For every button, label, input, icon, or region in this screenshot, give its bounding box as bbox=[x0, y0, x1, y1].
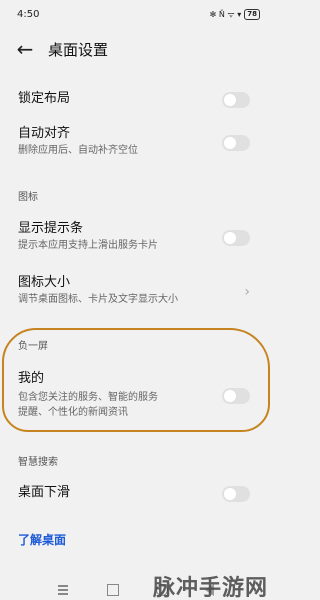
lock-layout-toggle[interactable] bbox=[222, 92, 250, 108]
mine-desc-line1: 包含您关注的服务、智能的服务 bbox=[18, 392, 158, 403]
section-smart-search: 智慧搜索 bbox=[18, 457, 58, 468]
status-glyphs-icon: ✻ Ň ᯤ ▾ bbox=[209, 9, 242, 19]
auto-align-toggle[interactable] bbox=[222, 135, 250, 151]
show-bar-label: 显示提示条 bbox=[18, 221, 84, 236]
header: ← 桌面设置 bbox=[0, 30, 272, 68]
status-time: 4:50 bbox=[17, 8, 40, 20]
setting-mine[interactable]: 我的 包含您关注的服务、智能的服务 提醒、个性化的新闻资讯 bbox=[0, 370, 272, 422]
setting-desktop-swipe[interactable]: 桌面下滑 bbox=[0, 484, 272, 504]
desktop-swipe-toggle[interactable] bbox=[222, 486, 250, 502]
setting-show-bar[interactable]: 显示提示条 提示本应用支持上滑出服务卡片 bbox=[0, 220, 272, 256]
icon-size-desc: 调节桌面图标、卡片及文字显示大小 bbox=[18, 294, 178, 305]
watermark: 脉冲手游网 bbox=[152, 576, 268, 600]
recents-icon[interactable] bbox=[107, 584, 120, 596]
chevron-right-icon: › bbox=[244, 284, 250, 300]
mine-toggle[interactable] bbox=[222, 388, 250, 404]
status-bar: 4:50 ✻ Ň ᯤ ▾ 78 bbox=[0, 0, 272, 28]
section-minus-one: 负一屏 bbox=[18, 341, 48, 352]
show-bar-toggle[interactable] bbox=[222, 230, 250, 246]
mine-desc-line2: 提醒、个性化的新闻资讯 bbox=[18, 407, 128, 418]
desktop-swipe-label: 桌面下滑 bbox=[18, 485, 71, 500]
back-arrow-icon[interactable]: ← bbox=[16, 39, 34, 59]
setting-icon-size[interactable]: 图标大小 调节桌面图标、卡片及文字显示大小 › bbox=[0, 274, 272, 310]
page-title: 桌面设置 bbox=[48, 40, 109, 59]
show-bar-desc: 提示本应用支持上滑出服务卡片 bbox=[18, 240, 158, 251]
icon-size-label: 图标大小 bbox=[18, 275, 71, 290]
section-icon: 图标 bbox=[18, 192, 38, 203]
battery-icon: 78 bbox=[244, 8, 260, 20]
learn-desktop-link[interactable]: 了解桌面 bbox=[18, 531, 66, 548]
status-icons: ✻ Ň ᯤ ▾ 78 bbox=[209, 8, 260, 20]
menu-icon[interactable] bbox=[58, 584, 70, 596]
auto-align-label: 自动对齐 bbox=[18, 126, 71, 141]
setting-auto-align[interactable]: 自动对齐 删除应用后、自动补齐空位 bbox=[0, 125, 272, 161]
auto-align-desc: 删除应用后、自动补齐空位 bbox=[18, 145, 138, 156]
mine-label: 我的 bbox=[18, 371, 45, 386]
setting-lock-layout[interactable]: 锁定布局 bbox=[0, 90, 272, 110]
lock-layout-label: 锁定布局 bbox=[18, 91, 71, 106]
